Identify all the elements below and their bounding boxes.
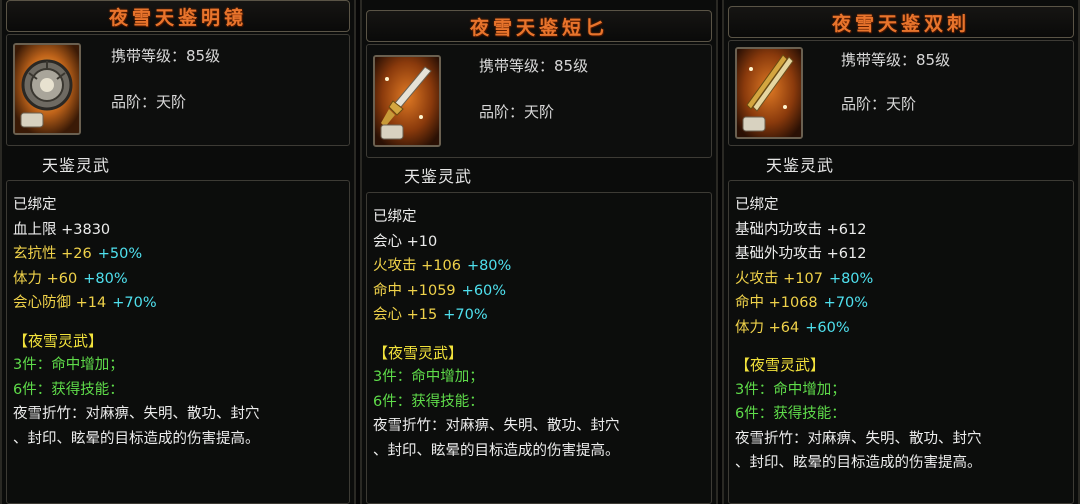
stat-line: 玄抗性 +26 +50%	[13, 246, 143, 262]
set-name: 【夜雪灵武】	[373, 343, 464, 362]
item-category: 天鉴灵武	[404, 167, 473, 186]
item-category: 天鉴灵武	[766, 156, 835, 175]
set-bonus-6: 6件：获得技能：	[735, 406, 846, 422]
stat-line: 体力 +64 +60%	[735, 319, 850, 336]
skill-desc-1: 夜雪折竹：对麻痹、失明、散功、封穴	[13, 406, 260, 422]
set-name: 【夜雪灵武】	[13, 331, 104, 350]
bound-status: 已绑定	[373, 209, 417, 225]
item-tooltip-twin-spike: 夜雪天鉴双刺 携带等级：85级 品阶：天阶 天鉴灵武 已绑定 基础内功攻击 +6…	[722, 0, 1080, 504]
twin-spike-weapon-icon	[735, 47, 803, 139]
set-bonus-3: 3件：命中增加；	[735, 381, 846, 398]
item-name: 夜雪天鉴双刺	[831, 12, 970, 35]
set-bonus-6: 6件：获得技能：	[373, 393, 484, 410]
item-grade: 品阶：天阶	[111, 93, 187, 111]
stat-line: 会心 +10	[373, 233, 438, 250]
item-header: 携带等级：85级 品阶：天阶	[728, 40, 1074, 146]
item-header: 携带等级：85级 品阶：天阶	[366, 44, 712, 158]
stat-line: 血上限 +3830	[13, 221, 111, 238]
skill-desc-2: 、封印、眩晕的目标造成的伤害提高。	[735, 455, 982, 471]
item-category: 天鉴灵武	[42, 156, 111, 175]
skill-desc-2: 、封印、眩晕的目标造成的伤害提高。	[13, 430, 260, 447]
stat-line: 体力 +60 +80%	[13, 270, 128, 287]
item-title-bar: 夜雪天鉴明镜	[6, 0, 350, 32]
stat-line: 火攻击 +106 +80%	[373, 258, 512, 274]
stat-line: 基础内功攻击 +612	[735, 221, 867, 238]
set-bonus-3: 3件：命中增加；	[373, 369, 484, 385]
stat-line: 会心防御 +14 +70%	[13, 295, 157, 311]
dagger-weapon-icon	[373, 55, 441, 147]
stat-line: 命中 +1068 +70%	[735, 295, 869, 311]
stat-line: 基础外功攻击 +612	[735, 246, 867, 262]
skill-desc-1: 夜雪折竹：对麻痹、失明、散功、封穴	[735, 430, 982, 447]
carry-level: 携带等级：85级	[841, 51, 951, 69]
item-stats: 已绑定 血上限 +3830 玄抗性 +26 +50% 体力 +60 +80% 会心防…	[6, 180, 350, 504]
bound-status: 已绑定	[13, 197, 57, 213]
item-title-bar: 夜雪天鉴短匕	[366, 10, 712, 42]
skill-desc-1: 夜雪折竹：对麻痹、失明、散功、封穴	[373, 418, 620, 434]
item-name: 夜雪天鉴短匕	[469, 16, 608, 39]
item-stats: 已绑定 会心 +10 火攻击 +106 +80% 命中 +1059 +60% 会心 …	[366, 192, 712, 504]
item-tooltip-mirror: 夜雪天鉴明镜 携带等级：85级 品阶：天阶 天鉴灵武 已绑定 血上限 +3830…	[0, 0, 356, 504]
item-header: 携带等级：85级 品阶：天阶	[6, 34, 350, 146]
bound-status: 已绑定	[735, 197, 779, 213]
item-stats: 已绑定 基础内功攻击 +612 基础外功攻击 +612 火攻击 +107 +80%…	[728, 180, 1074, 504]
set-bonus-3: 3件：命中增加；	[13, 357, 124, 373]
mirror-weapon-icon	[13, 43, 81, 135]
item-grade: 品阶：天阶	[479, 103, 555, 121]
item-title-bar: 夜雪天鉴双刺	[728, 6, 1074, 38]
carry-level: 携带等级：85级	[111, 47, 221, 65]
set-name: 【夜雪灵武】	[735, 356, 826, 374]
set-bonus-6: 6件：获得技能：	[13, 381, 124, 398]
stat-line: 会心 +15 +70%	[373, 307, 488, 323]
item-grade: 品阶：天阶	[841, 95, 917, 113]
item-name: 夜雪天鉴明镜	[108, 6, 247, 29]
stat-line: 火攻击 +107 +80%	[735, 270, 874, 287]
skill-desc-2: 、封印、眩晕的目标造成的伤害提高。	[373, 442, 620, 459]
stat-line: 命中 +1059 +60%	[373, 282, 507, 299]
item-tooltip-dagger: 夜雪天鉴短匕 携带等级：85级 品阶：天阶 天鉴灵武 已绑定 会心 +10 火攻…	[360, 0, 718, 504]
carry-level: 携带等级：85级	[479, 57, 589, 75]
